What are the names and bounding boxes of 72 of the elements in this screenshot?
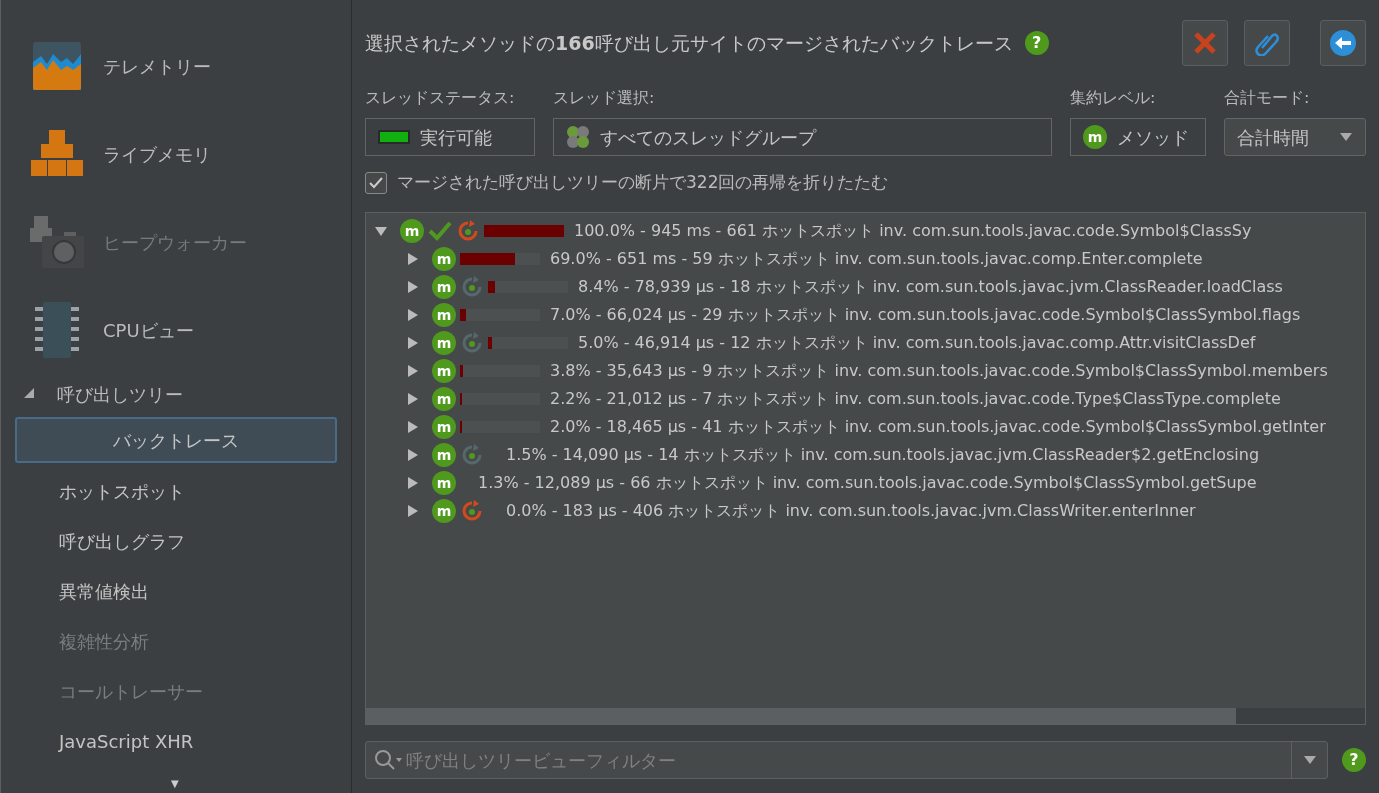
expand-icon[interactable] (406, 364, 420, 378)
sidebar-item[interactable]: CPUビュー (103, 316, 194, 344)
help-icon[interactable]: ? (1024, 31, 1049, 55)
chart-icon (31, 40, 83, 92)
tree-node[interactable]: 1.3% - 12,089 µs - 66 ホットスポット inv. com.sun.tools.javac.code.Symbol$ClassSymbol.getSupe (478, 471, 1257, 495)
sidebar-item[interactable]: 呼び出しグラフ (1, 516, 351, 566)
expand-icon[interactable] (406, 504, 420, 518)
tree-node[interactable]: 1.5% - 14,090 µs - 14 ホットスポット inv. com.sun.tools.javac.jvm.ClassReader$2.getEnclosing (506, 443, 1260, 467)
filter-field[interactable]: すべてのスレッドグループ (553, 118, 1052, 156)
method-icon: m (432, 303, 456, 327)
expand-icon[interactable] (406, 420, 420, 434)
tree-node[interactable]: 7.0% - 66,024 µs - 29 ホットスポット inv. com.sun.tools.javac.code.Symbol$ClassSymbol.flags (550, 303, 1301, 327)
method-icon: m (432, 415, 456, 439)
thread-group-icon (566, 125, 590, 149)
expand-icon[interactable] (406, 252, 420, 266)
sidebar-item[interactable]: ライブメモリ (103, 140, 211, 168)
tree-node[interactable]: 3.8% - 35,643 µs - 9 ホットスポット inv. com.sun.tools.javac.code.Symbol$ClassSymbol.members (550, 359, 1328, 383)
camera-icon (28, 214, 86, 270)
expand-icon[interactable] (406, 476, 420, 490)
close-icon (1192, 30, 1218, 56)
method-icon: m (1083, 125, 1107, 149)
tree-node[interactable]: 8.4% - 78,939 µs - 18 ホットスポット inv. com.sun.tools.javac.jvm.ClassReader.loadClass (578, 275, 1283, 299)
sidebar-item[interactable]: JavaScript XHR (1, 716, 351, 766)
expand-icon[interactable] (406, 392, 420, 406)
tree-node[interactable]: 100.0% - 945 ms - 661 ホットスポット inv. com.sun.tools.javac.code.Symbol$ClassSy (574, 219, 1252, 243)
tree-node[interactable]: 5.0% - 46,914 µs - 12 ホットスポット inv. com.sun.tools.javac.comp.Attr.visitClassDef (578, 331, 1256, 355)
back-button[interactable] (1320, 20, 1366, 66)
mode-dropdown[interactable]: 合計時間 (1224, 118, 1366, 156)
panel-title: 選択されたメソッドの166呼び出し元サイトのマージされたバックトレース (365, 30, 1013, 56)
sidebar-item[interactable]: ホットスポット (1, 466, 351, 516)
field-label: スレッド選択: (553, 87, 656, 109)
field-label: スレッドステータス: (365, 87, 516, 109)
method-icon: m (432, 471, 456, 495)
tree-node[interactable]: 2.2% - 21,012 µs - 7 ホットスポット inv. com.sun.tools.javac.code.Type$ClassType.complete (550, 387, 1281, 411)
collapse-icon[interactable] (23, 387, 35, 399)
scroll-down-icon[interactable]: ▼ (171, 776, 179, 791)
sidebar-item[interactable]: バックトレース (15, 417, 337, 463)
method-icon: m (432, 443, 456, 467)
expand-icon[interactable] (374, 224, 388, 238)
dropdown-arrow-icon (1339, 132, 1353, 142)
expand-icon[interactable] (406, 336, 420, 350)
method-icon: m (432, 387, 456, 411)
tree-node[interactable]: 69.0% - 651 ms - 59 ホットスポット inv. com.sun.tools.javac.comp.Enter.complete (550, 247, 1203, 271)
sidebar-section[interactable]: 呼び出しツリー (57, 380, 183, 408)
method-icon: m (432, 359, 456, 383)
method-icon: m (400, 219, 424, 243)
filter-field[interactable]: m メソッド (1070, 118, 1206, 156)
checkmark-icon (368, 175, 384, 191)
method-icon: m (432, 247, 456, 271)
method-icon: m (432, 499, 456, 523)
field-label: 合計モード: (1224, 87, 1311, 109)
checkbox[interactable] (365, 172, 387, 194)
expand-icon[interactable] (406, 448, 420, 462)
expand-icon[interactable] (406, 308, 420, 322)
sidebar-item[interactable]: テレメトリー (103, 52, 211, 80)
dropdown-arrow-icon[interactable] (1302, 755, 1317, 765)
attach-button[interactable] (1244, 20, 1290, 66)
checkbox-label: マージされた呼び出しツリーの断片で322回の再帰を折りたたむ (397, 171, 889, 195)
chip-icon (33, 301, 81, 359)
tree-node[interactable]: 2.0% - 18,465 µs - 41 ホットスポット inv. com.sun.tools.javac.code.Symbol$ClassSymbol.getInter (550, 415, 1326, 439)
field-label: 集約レベル: (1070, 87, 1157, 109)
search-icon (374, 749, 404, 771)
expand-icon[interactable] (406, 280, 420, 294)
paperclip-icon (1254, 30, 1280, 56)
filter-field[interactable]: 実行可能 (365, 118, 535, 156)
help-icon[interactable]: ? (1342, 748, 1366, 772)
status-indicator-icon (378, 130, 410, 144)
sidebar-item[interactable]: 異常値検出 (1, 566, 351, 616)
scrollbar-thumb[interactable] (366, 708, 1236, 724)
tree-node[interactable]: 0.0% - 183 µs - 406 ホットスポット inv. com.sun.tools.javac.jvm.ClassWriter.enterInner (506, 499, 1196, 523)
method-icon: m (432, 275, 456, 299)
method-icon: m (432, 331, 456, 355)
